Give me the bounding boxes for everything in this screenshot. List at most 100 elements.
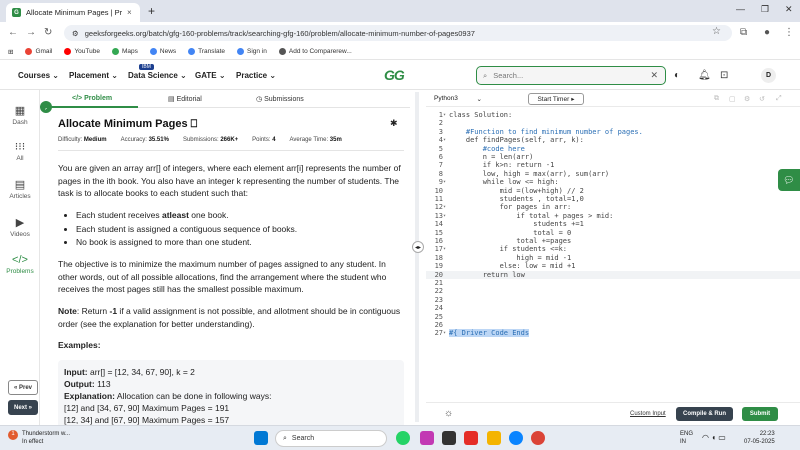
custom-input-link[interactable]: Custom Input bbox=[630, 411, 666, 417]
chat-icon[interactable]: 💬︎ bbox=[778, 169, 800, 191]
sidebar-item-videos[interactable]: ▶ Videos bbox=[0, 216, 40, 238]
bookmark-gmail[interactable]: Gmail bbox=[25, 48, 52, 55]
theme-toggle-icon[interactable]: ◐ bbox=[674, 70, 680, 81]
camera-icon[interactable] bbox=[442, 431, 456, 445]
fold-arrow-icon[interactable]: ▾ bbox=[443, 330, 446, 336]
prev-button[interactable]: « Prev bbox=[8, 380, 38, 395]
theme-sun-icon[interactable]: ☼ bbox=[444, 408, 453, 419]
bookmark-maps[interactable]: Maps bbox=[111, 48, 138, 55]
whatsapp-icon[interactable] bbox=[396, 431, 410, 445]
windows-start-icon[interactable] bbox=[254, 431, 268, 445]
fold-arrow-icon[interactable]: ▾ bbox=[443, 112, 446, 118]
language-icon[interactable]: ⊡ bbox=[720, 70, 728, 81]
start-timer-button[interactable]: Start Timer ▸ bbox=[528, 93, 584, 105]
language-select[interactable]: Python3 ⌄ bbox=[434, 95, 482, 105]
copy-icon[interactable]: ⧉ bbox=[714, 95, 719, 103]
fold-arrow-icon[interactable]: ▾ bbox=[443, 137, 446, 143]
submit-button[interactable]: Submit bbox=[742, 407, 778, 421]
language-indicator[interactable]: ENG IN bbox=[680, 430, 693, 446]
taskbar-search[interactable]: ⌕ Search bbox=[275, 430, 387, 447]
tab-problem[interactable]: </> Problem bbox=[72, 95, 112, 102]
translate-icon bbox=[188, 48, 196, 55]
code-line: #Function to find minimum number of page… bbox=[449, 127, 643, 136]
sidebar-item-articles[interactable]: ▤ Articles bbox=[0, 178, 40, 200]
minimize-icon[interactable]: — bbox=[736, 4, 745, 14]
youtube-icon[interactable] bbox=[464, 431, 478, 445]
compile-run-button[interactable]: Compile & Run bbox=[676, 407, 733, 421]
bookmark-signin[interactable]: Sign in bbox=[237, 48, 267, 55]
fold-arrow-icon[interactable]: ▾ bbox=[443, 213, 446, 219]
profile-icon[interactable]: ● bbox=[764, 27, 770, 38]
gfg-logo[interactable]: GG bbox=[384, 67, 416, 83]
site-info-icon[interactable]: ⚙ bbox=[72, 29, 79, 38]
forward-icon[interactable]: → bbox=[26, 27, 36, 38]
bookmark-youtube[interactable]: YouTube bbox=[64, 48, 100, 55]
bug-report-icon[interactable]: ✱ bbox=[390, 118, 398, 129]
menu-practice[interactable]: Practice ⌄ bbox=[236, 71, 276, 80]
line-number: 8 bbox=[438, 169, 443, 178]
bookmark-translate[interactable]: Translate bbox=[188, 48, 225, 55]
menu-gate[interactable]: GATE ⌄ bbox=[195, 71, 226, 80]
meta-value: 35.51% bbox=[148, 137, 169, 143]
back-icon[interactable]: ← bbox=[8, 27, 18, 38]
fold-arrow-icon[interactable]: ▾ bbox=[443, 204, 446, 210]
browser-tab-strip: G Allocate Minimum Pages | Prac × + — ❐ … bbox=[0, 0, 800, 22]
url-field[interactable]: ⚙ geeksforgeeks.org/batch/gfg-160-proble… bbox=[64, 25, 732, 41]
extensions-icon[interactable]: ⧉ bbox=[740, 27, 747, 38]
bookmark-comparerew[interactable]: Add to Comparerew... bbox=[278, 48, 352, 55]
wifi-icon[interactable]: ◠ ◖ ▭ bbox=[702, 433, 726, 442]
browser-tab[interactable]: G Allocate Minimum Pages | Prac × bbox=[6, 3, 140, 22]
fold-arrow-icon[interactable]: ▾ bbox=[443, 179, 446, 185]
chrome-icon[interactable] bbox=[531, 431, 545, 445]
menu-data-science[interactable]: Data Science ⌄ bbox=[128, 71, 187, 80]
fullscreen-icon[interactable]: ⤢ bbox=[776, 95, 782, 103]
panel-divider[interactable] bbox=[415, 92, 419, 422]
edge-icon[interactable] bbox=[509, 431, 523, 445]
bookmark-star-icon[interactable]: ☆ bbox=[712, 26, 721, 37]
line-number: 16 bbox=[434, 237, 443, 245]
file-explorer-icon[interactable] bbox=[487, 431, 501, 445]
sidebar-item-dash[interactable]: ▦ Dash bbox=[0, 104, 40, 126]
avatar[interactable]: D bbox=[761, 68, 776, 83]
new-tab-button[interactable]: + bbox=[148, 4, 155, 18]
maximize-icon[interactable]: ❐ bbox=[761, 4, 769, 15]
menu-placement[interactable]: Placement ⌄ bbox=[69, 71, 118, 80]
line-number: 17 bbox=[434, 245, 443, 254]
meta-value: Medium bbox=[83, 137, 107, 143]
reset-icon[interactable]: ↺ bbox=[759, 95, 765, 103]
site-search[interactable]: ⌕ Search... ✕ bbox=[476, 66, 666, 85]
fold-arrow-icon[interactable]: ▾ bbox=[443, 246, 446, 252]
sidebar-item-label: All bbox=[16, 155, 24, 162]
tab-submissions[interactable]: ◷ Submissions bbox=[256, 95, 304, 103]
sidebar-item-all[interactable]: ⁝⁝⁝ All bbox=[0, 140, 40, 162]
tab-close-icon[interactable]: × bbox=[127, 8, 132, 17]
system-clock[interactable]: 22:23 07-05-2025 bbox=[744, 430, 775, 446]
bookmark-icon[interactable]: ⎕ bbox=[191, 118, 198, 130]
notification-bell-icon[interactable]: 🔔︎ bbox=[698, 70, 711, 81]
menu-courses[interactable]: Courses ⌄ bbox=[18, 71, 59, 80]
site-header: Courses ⌄ Placement ⌄ IBM Data Science ⌄… bbox=[0, 61, 800, 90]
example-value: arr[] = [12, 34, 67, 90], k = 2 bbox=[89, 367, 195, 377]
sidebar-item-problems[interactable]: </> Problems bbox=[0, 254, 40, 275]
google-icon bbox=[237, 48, 245, 55]
sidebar-item-label: Articles bbox=[9, 193, 31, 200]
tab-editorial[interactable]: ▤ Editorial bbox=[168, 95, 202, 103]
resize-handle-icon[interactable]: ◂▸ bbox=[412, 241, 424, 253]
close-window-icon[interactable]: ✕ bbox=[785, 4, 793, 15]
bookmark-news[interactable]: News bbox=[149, 48, 176, 55]
problem-note: Note: Return -1 if a valid assignment is… bbox=[58, 305, 404, 330]
browser-menu-icon[interactable]: ⋮ bbox=[784, 27, 794, 38]
app-icon[interactable] bbox=[420, 431, 434, 445]
code-line: for pages in arr: bbox=[449, 203, 572, 212]
line-number: 4 bbox=[438, 136, 443, 145]
code-line: else: low = mid +1 bbox=[449, 262, 576, 271]
apps-icon[interactable]: ⊞ bbox=[8, 48, 13, 56]
reload-icon[interactable]: ↻ bbox=[44, 27, 52, 38]
code-editor[interactable]: 1 ▾ class Solution: 2 3 #Function to find mi… bbox=[426, 108, 800, 398]
weather-widget[interactable]: 1 Thunderstorm w... In effect bbox=[8, 430, 70, 446]
next-button[interactable]: Next » bbox=[8, 400, 38, 415]
menu-label: Practice bbox=[236, 71, 268, 80]
settings-icon[interactable]: ⚙ bbox=[744, 95, 750, 103]
paste-icon[interactable]: ▢ bbox=[729, 95, 736, 103]
clear-search-icon[interactable]: ✕ bbox=[650, 70, 658, 81]
